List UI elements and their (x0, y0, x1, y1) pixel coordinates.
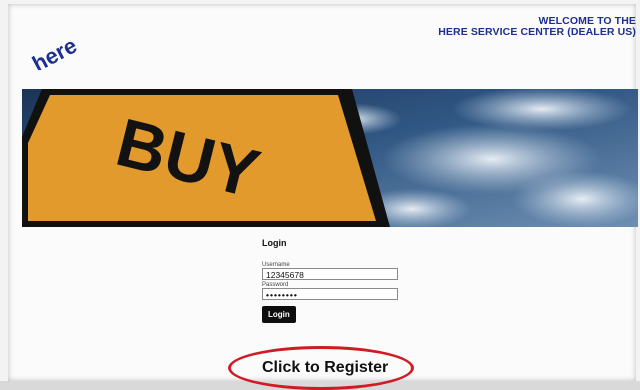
login-button[interactable]: Login (262, 306, 296, 323)
welcome-header: WELCOME TO THE HERE SERVICE CENTER (DEAL… (438, 16, 636, 38)
login-title: Login (262, 238, 287, 248)
svg-text:here: here (28, 33, 81, 70)
page-background: here WELCOME TO THE HERE SERVICE CENTER … (0, 0, 640, 390)
welcome-line-2: HERE SERVICE CENTER (DEALER US) (438, 26, 636, 38)
buy-sign: BUY (22, 89, 390, 227)
register-link[interactable]: Click to Register (262, 359, 388, 377)
hero-banner: BUY (22, 89, 638, 227)
username-input[interactable]: 12345678 (262, 268, 398, 280)
login-form: Login Username 12345678 Password •••••••… (262, 238, 422, 323)
password-input[interactable]: •••••••• (262, 288, 398, 300)
here-logo: here (28, 33, 81, 70)
